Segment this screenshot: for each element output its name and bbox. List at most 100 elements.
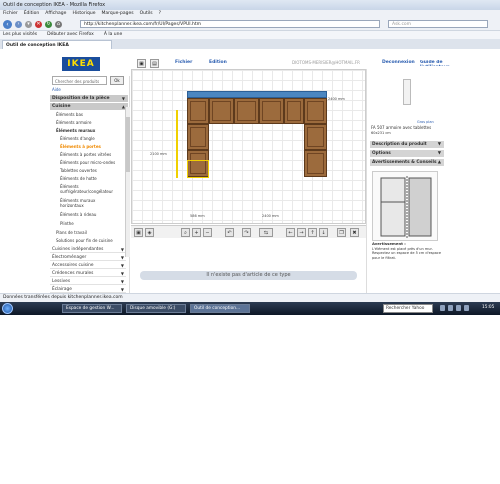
- sidebar-subitem-active[interactable]: Éléments à portes: [60, 144, 101, 149]
- sidebar-cat-cuisine[interactable]: Cuisine ▲: [50, 103, 128, 110]
- taskbar-search-input[interactable]: Rechercher Yahoo: [383, 304, 433, 313]
- menu-app-edition[interactable]: Edition: [209, 60, 227, 65]
- home-icon[interactable]: ⌂: [55, 20, 62, 28]
- chevron-down-icon: ▼: [437, 142, 441, 147]
- scrollbar-thumb[interactable]: [126, 117, 130, 172]
- menu-marque-pages[interactable]: Marque-pages: [102, 11, 134, 17]
- print-icon[interactable]: ▤: [150, 59, 159, 68]
- sidebar-cat-disposition[interactable]: Disposition de la pièce ▼: [50, 95, 128, 102]
- bookmark-most-visited[interactable]: Les plus visités: [3, 32, 37, 38]
- browser-search-input[interactable]: Ask.com: [388, 20, 488, 28]
- rotate-left-icon[interactable]: ↶: [225, 228, 234, 237]
- ikea-logo: IKEA: [62, 57, 100, 71]
- network-icon[interactable]: [440, 305, 445, 311]
- wall-cabinet[interactable]: [304, 98, 327, 124]
- warning-title: Avertissement :: [372, 241, 406, 246]
- move-down-icon[interactable]: ↓: [319, 228, 328, 237]
- user-guide-link[interactable]: Guide de l'utilisateur: [420, 60, 450, 66]
- menu-fichier[interactable]: Fichier: [3, 11, 18, 17]
- search-ok-button[interactable]: Ok: [110, 76, 124, 85]
- menu-app-fichier[interactable]: Fichier: [175, 60, 192, 65]
- start-button[interactable]: [2, 303, 13, 314]
- sidebar-subitem[interactable]: Éléments surfrigérateur/congélateur: [60, 184, 122, 194]
- section-description[interactable]: Description du produit ▼: [370, 141, 444, 148]
- sidebar-item[interactable]: Éléments bas: [56, 112, 83, 117]
- copy-icon[interactable]: ❐: [337, 228, 346, 237]
- zoom-link[interactable]: Gros plan: [417, 120, 434, 124]
- menu-outils[interactable]: Outils: [140, 11, 153, 17]
- menu-edition[interactable]: Édition: [24, 11, 40, 17]
- tall-cabinet[interactable]: [304, 124, 327, 150]
- save-icon[interactable]: ▣: [137, 59, 146, 68]
- wall-cabinet[interactable]: [284, 98, 304, 124]
- sidebar-scrollbar[interactable]: [125, 107, 130, 257]
- stop-icon[interactable]: ✕: [35, 20, 42, 28]
- sidebar-subitem[interactable]: Tablettes ouvertes: [60, 168, 97, 173]
- sidebar-cat[interactable]: Cuisines indépendantes ▼: [50, 246, 126, 253]
- zoom-in-icon[interactable]: +: [192, 228, 201, 237]
- tab-ikea[interactable]: Outil de conception IKEA: [2, 40, 112, 49]
- wall-cabinet[interactable]: [259, 98, 284, 124]
- sidebar-cat-label: Éclairage: [52, 287, 72, 292]
- 3d-view-icon[interactable]: ◈: [145, 228, 154, 237]
- menu-help[interactable]: ?: [159, 11, 161, 17]
- chevron-down-icon: ▼: [121, 96, 125, 101]
- section-options[interactable]: Options ▼: [370, 150, 444, 157]
- tray-icon[interactable]: [464, 305, 469, 311]
- sidebar-subitem[interactable]: Éléments d'angle: [60, 136, 95, 141]
- move-right-icon[interactable]: →: [297, 228, 306, 237]
- task-removable-disk[interactable]: Disque amovible (G:): [126, 304, 186, 313]
- wall-cabinet[interactable]: [234, 98, 259, 124]
- wall-cabinet[interactable]: [209, 98, 234, 124]
- sidebar-item[interactable]: Plans de travail: [56, 230, 87, 235]
- wall-cabinet[interactable]: [187, 98, 209, 124]
- sidebar-cat[interactable]: Accessoires cuisine ▼: [50, 262, 126, 269]
- move-left-icon[interactable]: ←: [286, 228, 295, 237]
- clock: 15:05: [482, 305, 495, 310]
- move-up-icon[interactable]: ↑: [308, 228, 317, 237]
- section-warnings[interactable]: Avertissements & Conseils ▲: [370, 159, 444, 166]
- sidebar-subitem[interactable]: Plinthe: [60, 221, 74, 226]
- warning-text: L'élément est placé près d'un mur. Respe…: [372, 247, 441, 260]
- delete-icon[interactable]: ✖: [350, 228, 359, 237]
- volume-icon[interactable]: [448, 305, 453, 311]
- height-dimension: 2100 mm: [150, 152, 167, 156]
- dropdown-icon[interactable]: ▾: [25, 20, 32, 28]
- zoom-out-icon[interactable]: −: [203, 228, 212, 237]
- task-explorer[interactable]: Espace de gestion W...: [62, 304, 122, 313]
- help-link[interactable]: Aide: [52, 87, 61, 92]
- sidebar-item[interactable]: Éléments armoire: [56, 120, 91, 125]
- url-field[interactable]: http://kitchenplanner.ikea.com/fr/UI/Pag…: [80, 20, 380, 28]
- zoom-fit-icon[interactable]: ⌕: [181, 228, 190, 237]
- sidebar-subitem[interactable]: Éléments de hotte: [60, 176, 97, 181]
- sidebar-item[interactable]: Éléments muraux: [56, 128, 95, 133]
- design-canvas[interactable]: 2100 mm 2400 mm 586 mm 2400 mm: [131, 69, 366, 224]
- rotate-right-icon[interactable]: ↷: [242, 228, 251, 237]
- tall-cabinet[interactable]: [304, 150, 327, 177]
- product-search-input[interactable]: Chercher des produits: [52, 76, 107, 85]
- tall-cabinet[interactable]: [187, 124, 209, 150]
- 2d-view-icon[interactable]: ▣: [134, 228, 143, 237]
- forward-icon[interactable]: ›: [15, 20, 22, 28]
- task-firefox[interactable]: Outil de conception...: [190, 304, 250, 313]
- countertop[interactable]: [187, 91, 327, 98]
- sidebar-item[interactable]: Solutions pour fin de cuisine: [56, 238, 113, 243]
- sidebar-subitem[interactable]: Éléments à portes vitrées: [60, 152, 111, 157]
- sidebar-cat[interactable]: Éclairage ▼: [50, 286, 126, 293]
- menu-historique[interactable]: Historique: [72, 11, 95, 17]
- sidebar-cat-label: Disposition de la pièce: [52, 96, 110, 101]
- back-icon[interactable]: ‹: [3, 19, 12, 29]
- battery-icon[interactable]: [456, 305, 461, 311]
- bookmark-getting-started[interactable]: Débuter avec Firefox: [47, 32, 94, 38]
- sidebar-cat[interactable]: Lessives ▼: [50, 278, 126, 285]
- sidebar-subitem[interactable]: Éléments pour micro-ondes: [60, 160, 115, 165]
- logout-link[interactable]: Deconnexion: [382, 60, 415, 65]
- sidebar-subitem[interactable]: Éléments à rideau: [60, 212, 96, 217]
- sidebar-cat[interactable]: Électroménager ▼: [50, 254, 126, 261]
- sidebar-cat[interactable]: Crédences murales ▼: [50, 270, 126, 277]
- reload-icon[interactable]: ↻: [45, 20, 52, 28]
- mirror-icon[interactable]: ⇆: [259, 228, 273, 237]
- bookmark-news[interactable]: À la une: [104, 32, 122, 38]
- sidebar-subitem[interactable]: Éléments muraux horizontaux: [60, 198, 105, 208]
- menu-affichage[interactable]: Affichage: [45, 11, 66, 17]
